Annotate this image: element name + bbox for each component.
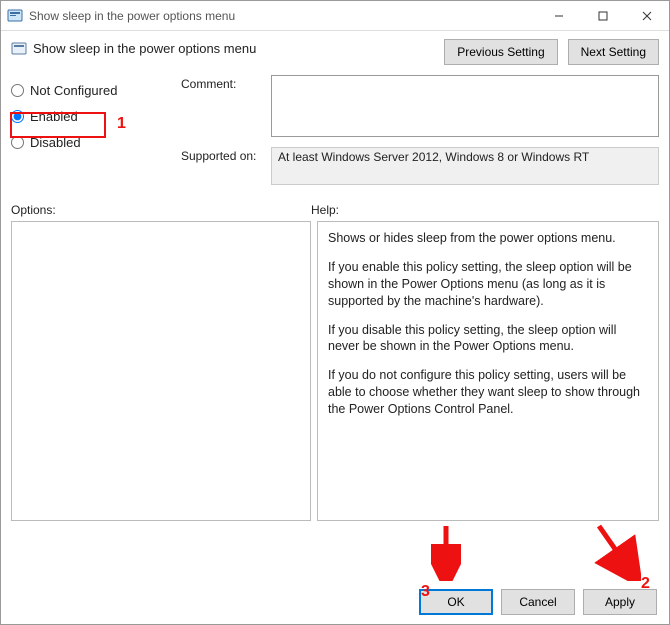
maximize-button[interactable]: [581, 1, 625, 31]
nav-buttons: Previous Setting Next Setting: [444, 39, 659, 65]
cancel-button[interactable]: Cancel: [501, 589, 575, 615]
close-button[interactable]: [625, 1, 669, 31]
radio-enabled-input[interactable]: [11, 110, 24, 123]
help-text-p4: If you do not configure this policy sett…: [328, 367, 648, 418]
fields-column: Comment: Supported on: At least Windows …: [181, 75, 659, 195]
help-label: Help:: [311, 203, 339, 217]
header-row: Show sleep in the power options menu Pre…: [11, 39, 659, 65]
radio-disabled-label: Disabled: [30, 135, 81, 150]
supported-label: Supported on:: [181, 147, 271, 185]
config-area: Not Configured Enabled Disabled Comment:…: [11, 75, 659, 195]
previous-setting-button[interactable]: Previous Setting: [444, 39, 557, 65]
annotation-arrow-apply: [591, 521, 641, 581]
next-setting-button[interactable]: Next Setting: [568, 39, 659, 65]
radio-disabled-input[interactable]: [11, 136, 24, 149]
help-text-p2: If you enable this policy setting, the s…: [328, 259, 648, 310]
supported-value: At least Windows Server 2012, Windows 8 …: [271, 147, 659, 185]
options-pane: [11, 221, 311, 521]
titlebar: Show sleep in the power options menu: [1, 1, 669, 31]
radio-not-configured[interactable]: Not Configured: [11, 77, 161, 103]
comment-row: Comment:: [181, 75, 659, 137]
annotation-arrow-ok: [431, 521, 461, 581]
help-pane: Shows or hides sleep from the power opti…: [317, 221, 659, 521]
minimize-button[interactable]: [537, 1, 581, 31]
ok-button[interactable]: OK: [419, 589, 493, 615]
app-icon: [7, 8, 23, 24]
pane-labels: Options: Help:: [11, 203, 659, 217]
window-title: Show sleep in the power options menu: [29, 9, 537, 23]
help-text-p1: Shows or hides sleep from the power opti…: [328, 230, 648, 247]
footer: OK Cancel Apply: [1, 580, 669, 624]
help-text-p3: If you disable this policy setting, the …: [328, 322, 648, 356]
policy-title: Show sleep in the power options menu: [33, 39, 256, 56]
options-label: Options:: [11, 203, 311, 217]
policy-icon: [11, 41, 27, 57]
supported-row: Supported on: At least Windows Server 20…: [181, 147, 659, 185]
radio-enabled[interactable]: Enabled: [11, 103, 161, 129]
content-area: Show sleep in the power options menu Pre…: [1, 31, 669, 521]
state-radio-group: Not Configured Enabled Disabled: [11, 75, 161, 195]
radio-not-configured-input[interactable]: [11, 84, 24, 97]
comment-label: Comment:: [181, 75, 271, 137]
radio-not-configured-label: Not Configured: [30, 83, 117, 98]
apply-button[interactable]: Apply: [583, 589, 657, 615]
panes-row: Shows or hides sleep from the power opti…: [11, 221, 659, 521]
comment-input[interactable]: [271, 75, 659, 137]
radio-enabled-label: Enabled: [30, 109, 78, 124]
radio-disabled[interactable]: Disabled: [11, 129, 161, 155]
